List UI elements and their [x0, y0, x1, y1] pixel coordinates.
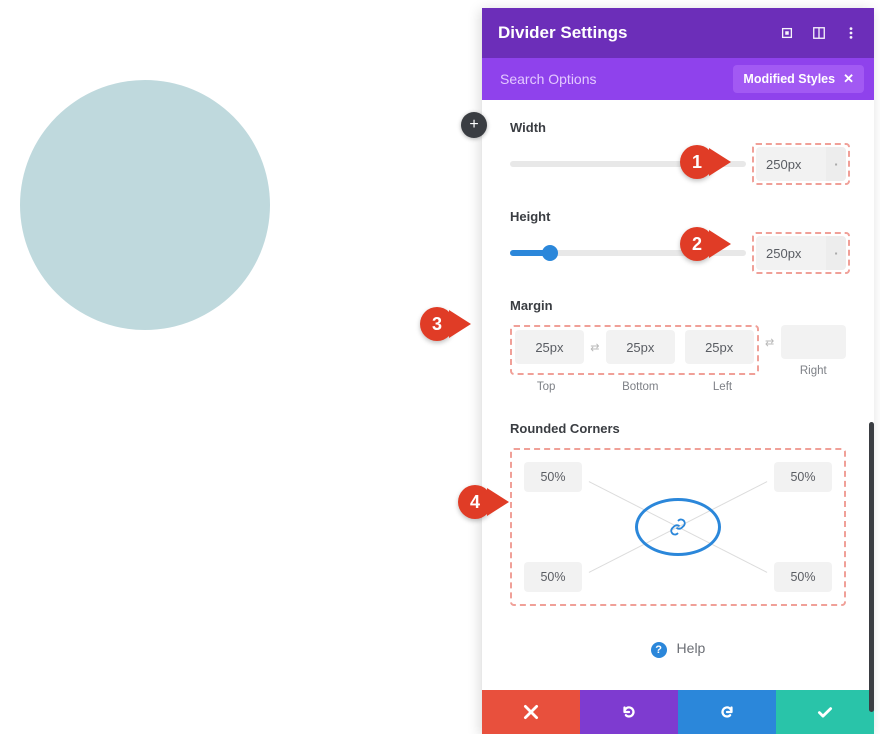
corner-bl-input[interactable]: 50%	[524, 562, 582, 592]
width-value-input[interactable]: 250px ▪	[756, 147, 846, 181]
check-icon	[816, 703, 834, 721]
panel-title: Divider Settings	[498, 23, 780, 43]
callout-4: 4	[458, 485, 509, 519]
corner-br-input[interactable]: 50%	[774, 562, 832, 592]
scrollbar[interactable]	[869, 422, 874, 712]
link-icon[interactable]: ⇄	[759, 325, 781, 359]
corner-tl-input[interactable]: 50%	[524, 462, 582, 492]
margin-right-label: Right	[781, 365, 846, 377]
margin-top-label: Top	[510, 381, 582, 393]
callout-3: 3	[420, 307, 471, 341]
cancel-button[interactable]	[482, 690, 580, 734]
save-button[interactable]	[776, 690, 874, 734]
callout-2: 2	[680, 227, 731, 261]
slider-thumb[interactable]	[542, 245, 558, 261]
help-label[interactable]: Help	[677, 640, 706, 656]
panel-header: Divider Settings	[482, 8, 874, 58]
margin-top-input[interactable]: 25px	[515, 330, 584, 364]
add-module-button[interactable]: +	[461, 112, 487, 138]
undo-icon	[620, 703, 638, 721]
panel-footer	[482, 690, 874, 734]
more-icon[interactable]	[844, 26, 858, 40]
filter-chip-label: Modified Styles	[743, 72, 835, 86]
close-icon[interactable]: ✕	[843, 71, 854, 87]
margin-label: Margin	[510, 298, 846, 313]
margin-bottom-input[interactable]: 25px	[606, 330, 675, 364]
expand-icon[interactable]	[780, 26, 794, 40]
rounded-corners-label: Rounded Corners	[510, 421, 846, 436]
redo-icon	[718, 703, 736, 721]
margin-bottom-label: Bottom	[604, 381, 676, 393]
margin-right-input[interactable]	[781, 325, 846, 359]
undo-button[interactable]	[580, 690, 678, 734]
search-input[interactable]	[500, 71, 733, 87]
snap-icon[interactable]	[812, 26, 826, 40]
width-label: Width	[510, 120, 846, 135]
height-value-input[interactable]: 250px ▪	[756, 236, 846, 270]
unit-toggle-icon[interactable]: ▪	[826, 236, 846, 270]
close-icon	[522, 703, 540, 721]
help-icon[interactable]: ?	[651, 642, 667, 658]
preview-divider-circle	[20, 80, 270, 330]
link-corners-toggle[interactable]	[635, 498, 721, 556]
corner-tr-input[interactable]: 50%	[774, 462, 832, 492]
rounded-corners-control: 50% 50% 50% 50%	[510, 448, 846, 606]
margin-left-input[interactable]: 25px	[685, 330, 754, 364]
callout-1: 1	[680, 145, 731, 179]
margin-left-label: Left	[686, 381, 758, 393]
link-icon[interactable]: ⇄	[584, 330, 606, 364]
search-row: Modified Styles ✕	[482, 58, 874, 100]
redo-button[interactable]	[678, 690, 776, 734]
link-icon	[669, 518, 687, 536]
height-label: Height	[510, 209, 846, 224]
unit-toggle-icon[interactable]: ▪	[826, 147, 846, 181]
panel-body: Width 250px ▪ Height 250px ▪	[482, 100, 874, 690]
filter-chip-modified-styles[interactable]: Modified Styles ✕	[733, 65, 864, 93]
divider-settings-panel: Divider Settings Modified Styles ✕ Width	[482, 8, 874, 734]
